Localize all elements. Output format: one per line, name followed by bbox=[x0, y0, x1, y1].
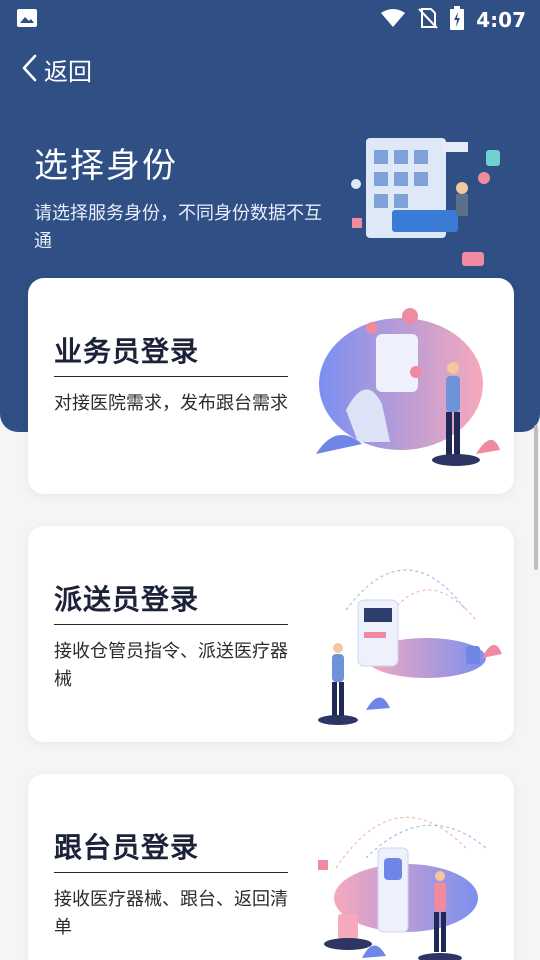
page-subtitle: 请选择服务身份，不同身份数据不互通 bbox=[34, 203, 322, 252]
role-card-description: 接收仓管员指令、派送医疗器械 bbox=[54, 641, 288, 690]
hospital-illustration bbox=[346, 128, 512, 276]
no-sim-icon bbox=[418, 7, 438, 33]
role-card-title: 派送员登录 bbox=[54, 583, 200, 616]
back-chevron-icon bbox=[20, 53, 38, 87]
divider bbox=[54, 872, 288, 873]
divider bbox=[54, 376, 288, 377]
role-card-salesperson[interactable]: 业务员登录 对接医院需求，发布跟台需求 bbox=[28, 278, 514, 494]
back-label: 返回 bbox=[44, 58, 92, 86]
image-icon bbox=[16, 8, 38, 32]
page-title: 选择身份 bbox=[34, 146, 178, 186]
battery-icon bbox=[450, 6, 465, 34]
escort-illustration bbox=[306, 788, 506, 960]
role-card-description: 接收医疗器械、跟台、返回清单 bbox=[54, 889, 288, 938]
role-card-description: 对接医院需求，发布跟台需求 bbox=[54, 393, 288, 414]
status-time: 4:07 bbox=[476, 8, 526, 32]
back-button[interactable]: 返回 bbox=[20, 52, 92, 87]
role-card-escort[interactable]: 跟台员登录 接收医疗器械、跟台、返回清单 bbox=[28, 774, 514, 960]
wifi-icon bbox=[380, 8, 406, 32]
role-card-deliverer[interactable]: 派送员登录 接收仓管员指令、派送医疗器械 bbox=[28, 526, 514, 742]
role-card-title: 业务员登录 bbox=[54, 335, 200, 368]
status-bar: 4:07 bbox=[0, 0, 540, 36]
divider bbox=[54, 624, 288, 625]
deliverer-illustration bbox=[306, 540, 506, 734]
salesperson-illustration bbox=[306, 292, 506, 476]
scrollbar[interactable] bbox=[534, 425, 538, 570]
role-card-title: 跟台员登录 bbox=[54, 831, 200, 864]
